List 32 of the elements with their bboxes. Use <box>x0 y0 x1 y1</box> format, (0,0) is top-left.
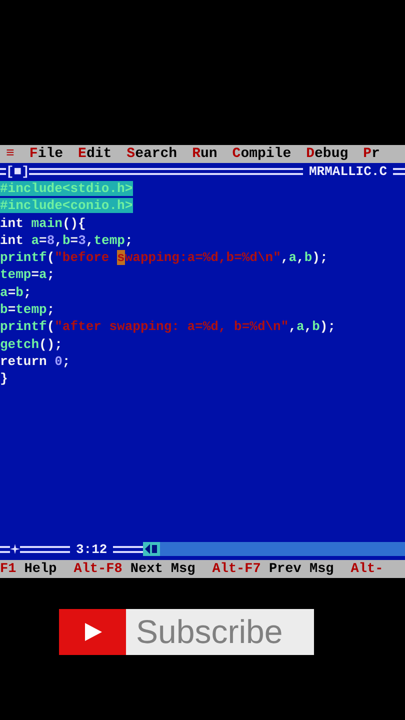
shortcut-hint[interactable]: F1 Help <box>0 562 57 576</box>
menu-item[interactable]: Edit <box>78 146 112 162</box>
frame-border <box>393 168 405 175</box>
code-line: return 0; <box>0 354 70 369</box>
menu-item[interactable]: Compile <box>232 146 292 162</box>
menu-item[interactable]: Run <box>192 146 218 162</box>
frame-border <box>0 546 10 552</box>
code-line: printf("after swapping: a=%d, b=%d\n",a,b); <box>0 319 336 334</box>
play-icon <box>82 622 102 642</box>
menu-item[interactable]: ≡ <box>6 146 14 162</box>
code-line: a=b; <box>0 284 32 300</box>
menu-item[interactable]: Pr <box>363 146 380 162</box>
shortcut-hint[interactable]: Alt- <box>350 562 384 576</box>
close-box[interactable]: [■] <box>6 164 30 179</box>
code-line: printf("before swapping:a=%d,b=%d\n",a,b); <box>0 250 328 266</box>
shortcut-hint[interactable]: Alt-F7 Prev Msg <box>212 562 334 576</box>
shortcut-hint[interactable]: Alt-F8 Next Msg <box>74 562 196 576</box>
modified-star-icon <box>10 544 20 554</box>
menu-item[interactable]: Search <box>126 146 178 162</box>
menu-item[interactable]: File <box>29 146 64 162</box>
code-line: b=temp; <box>0 302 55 318</box>
horizontal-scrollbar[interactable] <box>143 542 405 556</box>
code-line: } <box>0 371 8 386</box>
code-line: int a=8,b=3,temp; <box>0 232 133 248</box>
frame-border <box>0 168 6 175</box>
code-line: temp=a; <box>0 267 55 282</box>
file-name: MRMALLIC.C <box>308 164 387 179</box>
menu-item[interactable]: Debug <box>306 146 348 162</box>
code-line: getch(); <box>0 336 62 352</box>
cursor-position: 3:12 <box>76 542 108 556</box>
frame-border <box>20 546 70 552</box>
code-line: int main(){ <box>0 216 86 231</box>
